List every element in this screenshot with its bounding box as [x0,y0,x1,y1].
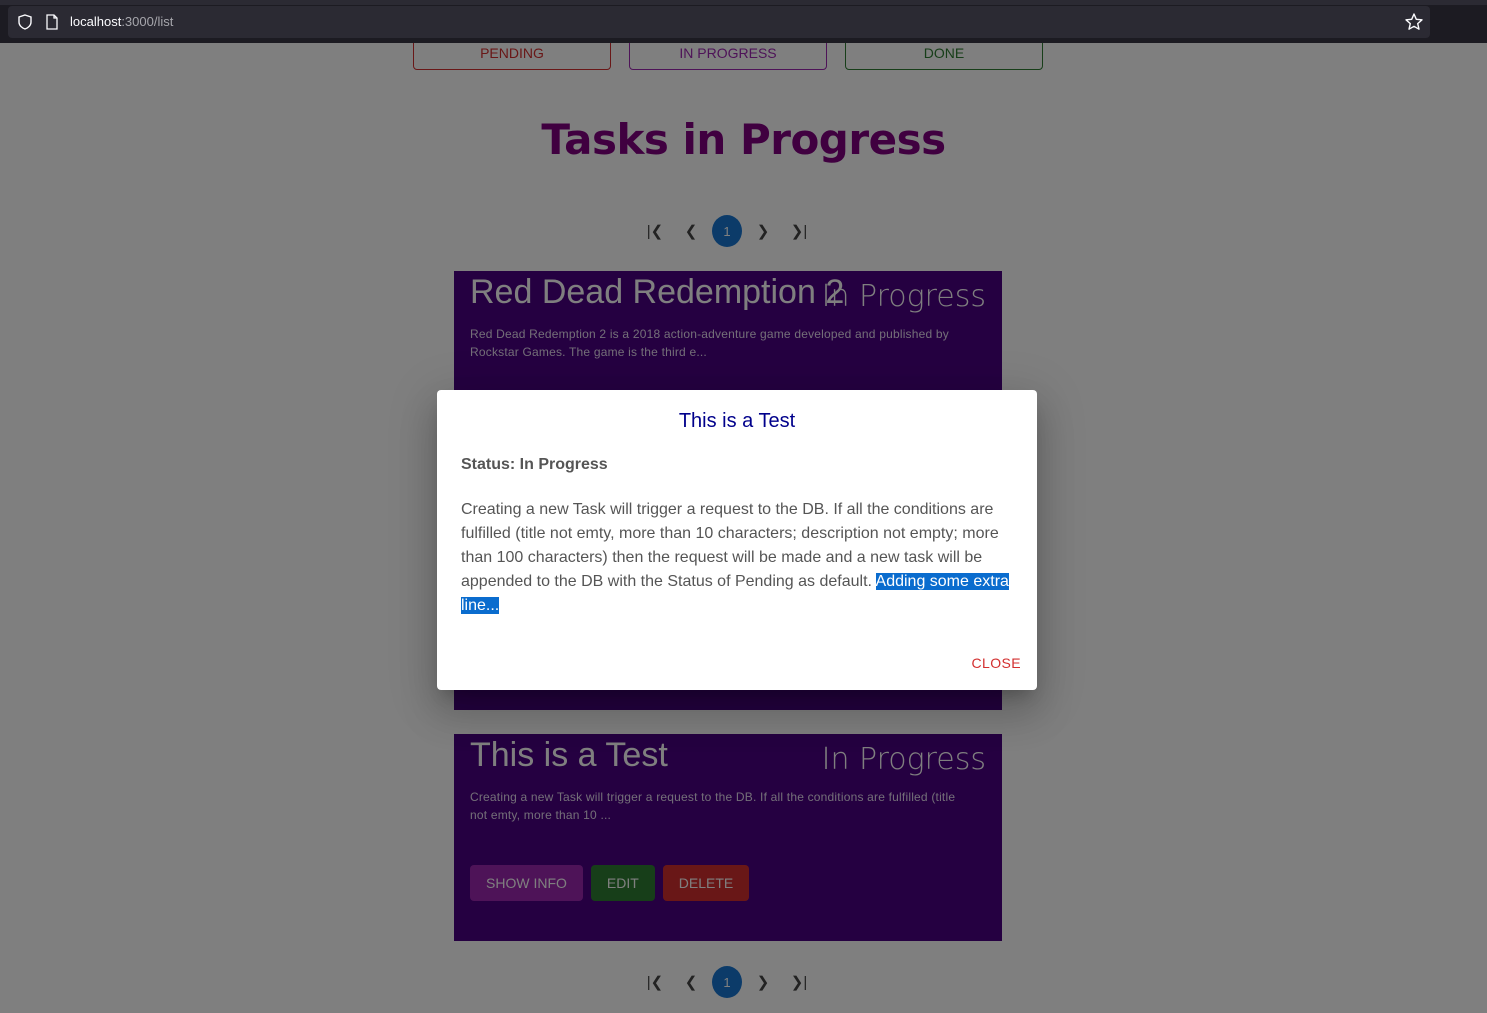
dialog-description: Creating a new Task will trigger a reque… [461,498,1017,618]
tab-strip [0,0,1487,5]
url-text[interactable]: localhost:3000/list [70,14,173,29]
task-info-dialog: This is a Test Status: In Progress Creat… [437,390,1037,690]
browser-toolbar: localhost:3000/list [0,0,1487,43]
url-host: localhost [70,14,122,29]
star-icon[interactable] [1404,12,1424,32]
url-path: :3000/list [121,14,174,29]
shield-icon[interactable] [17,14,33,30]
close-button[interactable]: CLOSE [972,655,1021,671]
dialog-status: Status: In Progress [461,456,608,473]
dialog-title: This is a Test [678,410,796,432]
page-icon [46,14,58,30]
address-bar[interactable]: localhost:3000/list [8,6,1430,38]
